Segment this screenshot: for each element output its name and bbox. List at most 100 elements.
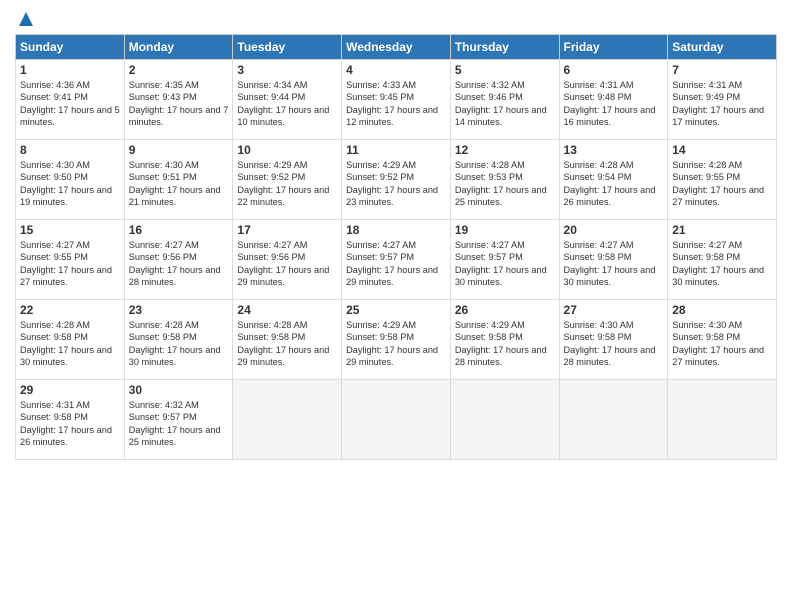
calendar-cell: 21Sunrise: 4:27 AMSunset: 9:58 PMDayligh…	[668, 220, 777, 300]
day-number: 4	[346, 63, 446, 77]
cell-content: Sunrise: 4:31 AMSunset: 9:58 PMDaylight:…	[20, 399, 120, 449]
sunrise-label: Sunrise: 4:28 AM	[455, 160, 525, 170]
sunrise-label: Sunrise: 4:33 AM	[346, 80, 416, 90]
sunrise-label: Sunrise: 4:29 AM	[455, 320, 525, 330]
sunrise-label: Sunrise: 4:30 AM	[672, 320, 742, 330]
sunset-label: Sunset: 9:50 PM	[20, 172, 88, 182]
daylight-label: Daylight: 17 hours and 12 minutes.	[346, 105, 438, 127]
cell-content: Sunrise: 4:30 AMSunset: 9:58 PMDaylight:…	[564, 319, 664, 369]
daylight-label: Daylight: 17 hours and 21 minutes.	[129, 185, 221, 207]
weekday-header-friday: Friday	[559, 35, 668, 60]
sunset-label: Sunset: 9:57 PM	[346, 252, 414, 262]
calendar-cell: 20Sunrise: 4:27 AMSunset: 9:58 PMDayligh…	[559, 220, 668, 300]
sunset-label: Sunset: 9:53 PM	[455, 172, 523, 182]
cell-content: Sunrise: 4:31 AM Sunset: 9:49 PM Daylight:…	[672, 79, 772, 129]
sunset-label: Sunset: 9:43 PM	[129, 92, 197, 102]
day-number: 13	[564, 143, 664, 157]
day-number: 7	[672, 63, 772, 77]
day-number: 14	[672, 143, 772, 157]
sunset-label: Sunset: 9:58 PM	[672, 332, 740, 342]
daylight-label: Daylight: 17 hours and 17 minutes.	[672, 105, 764, 127]
sunrise-label: Sunrise: 4:32 AM	[455, 80, 525, 90]
daylight-label: Daylight: 17 hours and 30 minutes.	[564, 265, 656, 287]
cell-content: Sunrise: 4:34 AMSunset: 9:44 PMDaylight:…	[237, 79, 337, 129]
sunset-label: Sunset: 9:52 PM	[346, 172, 414, 182]
sunrise-label: Sunrise: 4:29 AM	[346, 320, 416, 330]
cell-content: Sunrise: 4:27 AMSunset: 9:56 PMDaylight:…	[237, 239, 337, 289]
daylight-label: Daylight: 17 hours and 29 minutes.	[346, 265, 438, 287]
day-number: 26	[455, 303, 555, 317]
cell-content: Sunrise: 4:28 AMSunset: 9:55 PMDaylight:…	[672, 159, 772, 209]
daylight-label: Daylight: 17 hours and 27 minutes.	[672, 345, 764, 367]
sunset-label: Sunset: 9:55 PM	[20, 252, 88, 262]
sunset-label: Sunset: 9:49 PM	[672, 92, 740, 102]
day-number: 5	[455, 63, 555, 77]
calendar-cell: 2Sunrise: 4:35 AMSunset: 9:43 PMDaylight…	[124, 60, 233, 140]
calendar-cell: 22Sunrise: 4:28 AMSunset: 9:58 PMDayligh…	[16, 300, 125, 380]
sunrise-label: Sunrise: 4:31 AM	[672, 80, 742, 90]
sunset-label: Sunset: 9:41 PM	[20, 92, 88, 102]
day-number: 27	[564, 303, 664, 317]
calendar-cell: 7 Sunrise: 4:31 AM Sunset: 9:49 PM Daylight…	[668, 60, 777, 140]
cell-content: Sunrise: 4:32 AMSunset: 9:57 PMDaylight:…	[129, 399, 229, 449]
sunset-label: Sunset: 9:46 PM	[455, 92, 523, 102]
sunset-label: Sunset: 9:58 PM	[20, 412, 88, 422]
daylight-label: Daylight: 17 hours and 25 minutes.	[455, 185, 547, 207]
cell-content: Sunrise: 4:29 AMSunset: 9:52 PMDaylight:…	[237, 159, 337, 209]
day-number: 22	[20, 303, 120, 317]
calendar-cell: 8Sunrise: 4:30 AMSunset: 9:50 PMDaylight…	[16, 140, 125, 220]
sunset-label: Sunset: 9:57 PM	[455, 252, 523, 262]
page-header	[15, 10, 777, 28]
cell-content: Sunrise: 4:28 AMSunset: 9:58 PMDaylight:…	[129, 319, 229, 369]
daylight-label: Daylight: 17 hours and 30 minutes.	[672, 265, 764, 287]
daylight-label: Daylight: 17 hours and 22 minutes.	[237, 185, 329, 207]
day-number: 6	[564, 63, 664, 77]
daylight-label: Daylight: 17 hours and 26 minutes.	[564, 185, 656, 207]
sunrise-label: Sunrise: 4:27 AM	[346, 240, 416, 250]
cell-content: Sunrise: 4:29 AMSunset: 9:52 PMDaylight:…	[346, 159, 446, 209]
cell-content: Sunrise: 4:30 AMSunset: 9:51 PMDaylight:…	[129, 159, 229, 209]
sunrise-label: Sunrise: 4:30 AM	[20, 160, 90, 170]
calendar-cell: 11Sunrise: 4:29 AMSunset: 9:52 PMDayligh…	[342, 140, 451, 220]
daylight-label: Daylight: 17 hours and 10 minutes.	[237, 105, 329, 127]
calendar-cell: 6Sunrise: 4:31 AMSunset: 9:48 PMDaylight…	[559, 60, 668, 140]
daylight-label: Daylight: 17 hours and 30 minutes.	[129, 345, 221, 367]
calendar-cell	[559, 380, 668, 460]
sunset-label: Sunset: 9:58 PM	[455, 332, 523, 342]
day-number: 16	[129, 223, 229, 237]
calendar-cell: 14 Sunrise: 4:28 AMSunset: 9:55 PMDayligh…	[668, 140, 777, 220]
sunrise-label: Sunrise: 4:34 AM	[237, 80, 307, 90]
cell-content: Sunrise: 4:29 AMSunset: 9:58 PMDaylight:…	[455, 319, 555, 369]
daylight-label: Daylight: 17 hours and 7 minutes.	[129, 105, 229, 127]
cell-content: Sunrise: 4:27 AMSunset: 9:58 PMDaylight:…	[564, 239, 664, 289]
cell-content: Sunrise: 4:33 AM Sunset: 9:45 PM Daylight:…	[346, 79, 446, 129]
day-number: 30	[129, 383, 229, 397]
sunrise-label: Sunrise: 4:31 AM	[20, 400, 90, 410]
daylight-label: Daylight: 17 hours and 16 minutes.	[564, 105, 656, 127]
calendar-cell: 27 Sunrise: 4:30 AMSunset: 9:58 PMDayligh…	[559, 300, 668, 380]
sunrise-label: Sunrise: 4:29 AM	[237, 160, 307, 170]
calendar-cell	[342, 380, 451, 460]
calendar-cell: 9Sunrise: 4:30 AMSunset: 9:51 PMDaylight…	[124, 140, 233, 220]
sunrise-label: Sunrise: 4:28 AM	[129, 320, 199, 330]
cell-content: Sunrise: 4:27 AMSunset: 9:56 PMDaylight:…	[129, 239, 229, 289]
day-number: 1	[20, 63, 120, 77]
sunset-label: Sunset: 9:45 PM	[346, 92, 414, 102]
day-number: 19	[455, 223, 555, 237]
calendar-cell: 30 Sunrise: 4:32 AMSunset: 9:57 PMDayligh…	[124, 380, 233, 460]
day-number: 3	[237, 63, 337, 77]
calendar-cell: 26Sunrise: 4:29 AMSunset: 9:58 PMDayligh…	[450, 300, 559, 380]
cell-content: Sunrise: 4:36 AMSunset: 9:41 PMDaylight:…	[20, 79, 120, 129]
sunrise-label: Sunrise: 4:27 AM	[20, 240, 90, 250]
day-number: 17	[237, 223, 337, 237]
day-number: 15	[20, 223, 120, 237]
weekday-header-wednesday: Wednesday	[342, 35, 451, 60]
weekday-header-monday: Monday	[124, 35, 233, 60]
daylight-label: Daylight: 17 hours and 29 minutes.	[237, 345, 329, 367]
day-number: 18	[346, 223, 446, 237]
daylight-label: Daylight: 17 hours and 28 minutes.	[564, 345, 656, 367]
calendar-cell: 18 Sunrise: 4:27 AM Sunset: 9:57 PM Dayligh…	[342, 220, 451, 300]
calendar-week-2: 8Sunrise: 4:30 AMSunset: 9:50 PMDaylight…	[16, 140, 777, 220]
cell-content: Sunrise: 4:30 AMSunset: 9:50 PMDaylight:…	[20, 159, 120, 209]
day-number: 12	[455, 143, 555, 157]
